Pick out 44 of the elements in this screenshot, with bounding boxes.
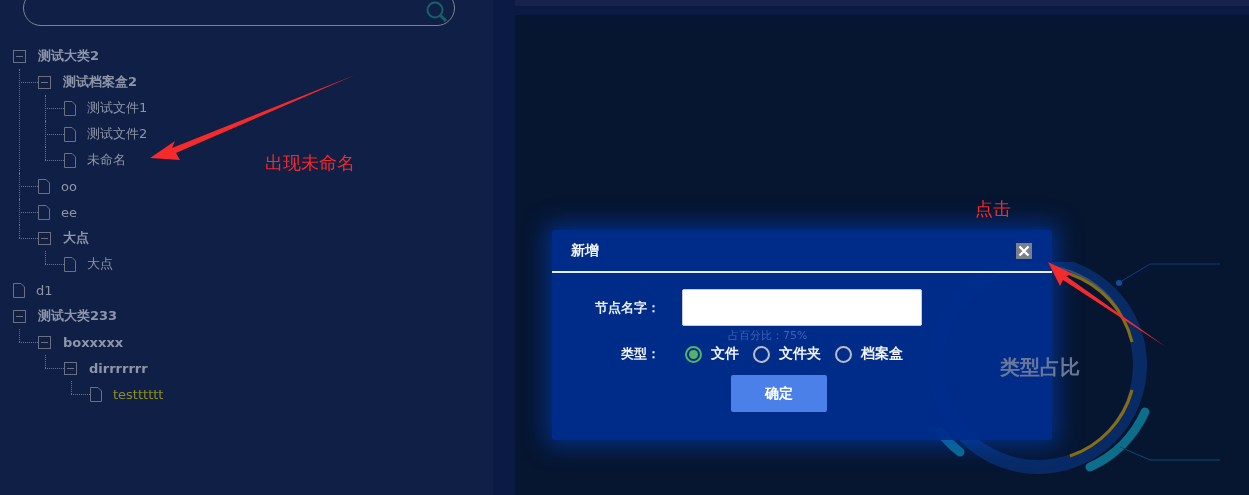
tree-item[interactable]: ee [61,204,77,220]
tree-item[interactable]: 测试文件1 [87,99,148,117]
file-icon [13,282,25,298]
file-icon [90,386,102,402]
name-input[interactable] [682,289,922,326]
radio-label[interactable]: 文件夹 [779,345,821,363]
collapse-toggle[interactable] [38,335,51,349]
tree-item[interactable]: oo [61,178,77,194]
close-button[interactable] [1016,242,1032,259]
annotation-text: 出现未命名 [265,151,355,175]
collapse-toggle[interactable] [13,309,26,323]
annotation-text: 点击 [975,197,1011,221]
confirm-button[interactable]: 确定 [731,375,827,412]
file-icon [64,126,76,142]
collapse-toggle[interactable] [64,361,77,375]
tree-item[interactable]: 未命名 [87,151,126,169]
field-label: 类型： [620,345,660,363]
search-icon[interactable] [426,1,448,23]
tree-item[interactable]: dirrrrrrr [89,360,148,376]
radio-button[interactable] [685,345,702,363]
file-icon [64,256,76,272]
tree-item[interactable]: d1 [36,282,53,298]
radio-button[interactable] [753,345,770,363]
tree-item[interactable]: boxxxxx [63,334,124,350]
collapse-toggle[interactable] [38,75,51,89]
field-label: 节点名字： [594,298,660,317]
file-icon [64,100,76,116]
tree-item[interactable]: 大点 [87,255,113,273]
collapse-toggle[interactable] [38,231,51,245]
tree-item[interactable]: testttttt [113,386,164,402]
radio-button[interactable] [835,345,852,363]
file-icon [64,152,76,168]
tree-item[interactable]: 大点 [63,229,89,247]
tree-item[interactable]: 测试文件2 [87,125,148,143]
radio-label[interactable]: 文件 [711,345,739,363]
dialog-title: 新增 [571,241,599,260]
tree-item[interactable]: 测试大类2 [38,47,100,65]
file-icon [38,178,50,194]
file-icon [38,204,50,220]
tree-item[interactable]: 测试大类233 [38,307,118,325]
radio-label[interactable]: 档案盒 [861,345,903,363]
tree-item[interactable]: 测试档案盒2 [63,73,138,91]
collapse-toggle[interactable] [13,49,26,63]
chart-title: 类型占比 [1000,354,1080,381]
